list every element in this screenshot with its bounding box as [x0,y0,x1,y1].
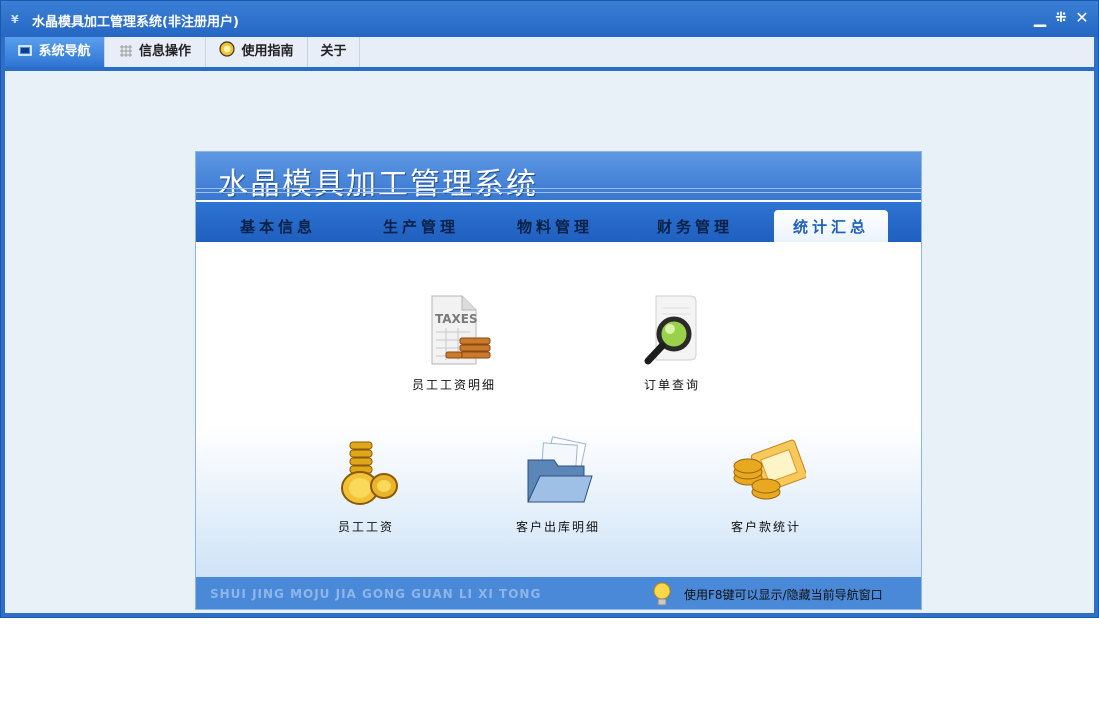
panel-body: TAXES 员工工资明细 订单查询 员工工资 客户出库明细 客户款统计 [196,242,921,577]
panel-footer: SHUI JING MOJU JIA GONG GUAN LI XI TONG … [196,577,921,609]
tab-finance[interactable]: 财务管理 [630,202,760,242]
pinyin-caption: SHUI JING MOJU JIA GONG GUAN LI XI TONG [210,587,542,601]
menu-bar: 系统导航 信息操作 使用指南 关于 [5,37,1094,67]
tab-label: 系统导航 [38,44,91,59]
tab-statistics[interactable]: 统计汇总 [774,210,888,242]
item-employee-salary-detail[interactable]: TAXES 员工工资明细 [384,294,524,393]
f8-hint-text: 使用F8键可以显示/隐藏当前导航窗口 [684,588,883,602]
help-icon [219,39,236,69]
item-order-query[interactable]: 订单查询 [602,294,742,393]
tab-about[interactable]: 关于 [308,37,360,67]
taxes-text: TAXES [435,312,478,326]
gold-coins-icon [296,436,436,512]
panel-title: 水晶模具加工管理系统 [218,167,538,202]
header-rule [196,192,921,193]
panel-tabs: 基本信息 生产管理 物料管理 财务管理 统计汇总 [196,202,921,242]
main-window: ¥ 水晶模具加工管理系统(非注册用户) ▁ ⁜ ✕ 系统导航 信息操作 使用指南… [0,0,1099,618]
logo-icon: ¥ [11,13,19,26]
tab-label: 信息操作 [138,44,191,59]
navigation-panel: 水晶模具加工管理系统 基本信息 生产管理 物料管理 财务管理 统计汇总 TAXE… [195,151,922,610]
title-bar[interactable]: ¥ 水晶模具加工管理系统(非注册用户) ▁ ⁜ ✕ [1,1,1098,37]
taxes-report-icon: TAXES [384,294,524,370]
lightbulb-icon [650,581,674,609]
tab-production[interactable]: 生产管理 [356,202,486,242]
item-label: 客户款统计 [730,520,801,534]
tab-info-operation[interactable]: 信息操作 [105,37,206,67]
open-folder-documents-icon [488,436,628,512]
header-rule [196,188,921,189]
tab-label: 使用指南 [241,44,294,59]
minimize-button[interactable]: ▁ [1031,9,1049,27]
tab-label: 关于 [320,44,347,59]
monitor-icon [18,39,33,69]
panel-header: 水晶模具加工管理系统 [196,152,921,202]
item-label: 订单查询 [643,378,700,392]
tab-system-navigation[interactable]: 系统导航 [5,37,105,67]
tab-materials[interactable]: 物料管理 [490,202,620,242]
window-title: 水晶模具加工管理系统(非注册用户) [32,15,239,30]
tab-user-guide[interactable]: 使用指南 [206,37,308,67]
item-label: 员工工资 [337,520,394,534]
grid-icon [119,39,133,69]
restore-button[interactable]: ⁜ [1052,9,1070,27]
magnifier-document-icon [602,294,742,370]
item-label: 客户出库明细 [515,520,600,534]
item-customer-outbound-detail[interactable]: 客户出库明细 [488,436,628,535]
coins-envelope-icon [696,436,836,512]
item-label: 员工工资明细 [411,378,496,392]
close-button[interactable]: ✕ [1073,9,1091,27]
item-employee-salary[interactable]: 员工工资 [296,436,436,535]
item-customer-payment-stats[interactable]: 客户款统计 [696,436,836,535]
tab-basic-info[interactable]: 基本信息 [218,202,338,242]
